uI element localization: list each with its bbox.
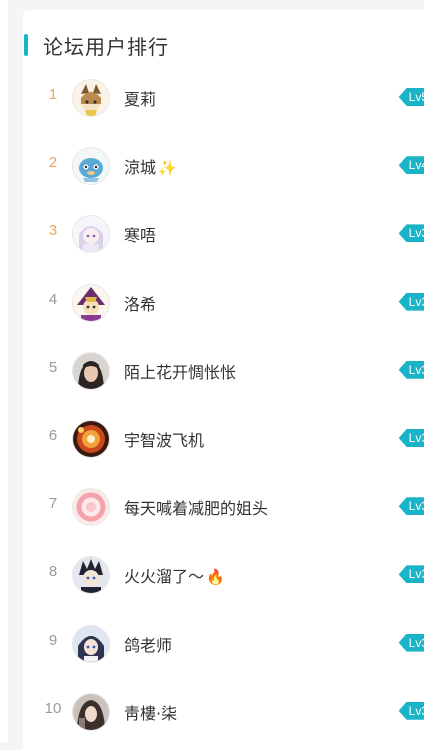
username-badge-icon: ✨ bbox=[158, 159, 177, 178]
level-badge: Lv3 bbox=[398, 497, 424, 516]
level-badge: Lv3 bbox=[398, 429, 424, 447]
level-badge: Lv3 bbox=[398, 633, 424, 652]
username-text: 靑樓·柒 bbox=[124, 703, 178, 723]
username-link[interactable]: 火火溜了～ 🔥 bbox=[124, 563, 225, 587]
username-link[interactable]: 靑樓·柒 bbox=[124, 700, 177, 724]
avatar[interactable] bbox=[72, 488, 110, 527]
ranking-row[interactable]: 8 火火溜了～🔥 Lv3 bbox=[23, 551, 424, 599]
username-link[interactable]: 寒唔 bbox=[124, 222, 156, 246]
username-link[interactable]: 陌上花开惆怅怅 bbox=[124, 359, 236, 383]
ranking-row[interactable]: 7 每天喊着减肥的姐头 Lv3 bbox=[23, 483, 424, 531]
ranking-row[interactable]: 10 靑樓·柒 Lv3 bbox=[23, 688, 424, 736]
username-text: 每天喊着减肥的姐头 bbox=[124, 499, 269, 519]
rank-number: 5 bbox=[48, 358, 58, 376]
username-text: 洛希 bbox=[124, 294, 157, 314]
username-text: 寒唔 bbox=[124, 226, 157, 246]
avatar[interactable] bbox=[72, 351, 110, 390]
level-badge: Lv3 bbox=[398, 224, 424, 243]
username-link[interactable]: 夏莉 bbox=[124, 86, 156, 110]
avatar[interactable] bbox=[72, 692, 110, 731]
ranking-row[interactable]: 4 洛希 Lv3 bbox=[23, 279, 424, 327]
username-text: 夏莉 bbox=[124, 90, 157, 109]
title-accent-bar bbox=[24, 34, 28, 56]
ranking-row[interactable]: 5 陌上花开惆怅怅 Lv3 bbox=[23, 347, 424, 395]
avatar[interactable] bbox=[72, 283, 110, 322]
forum-user-ranking-panel: 论坛用户排行 1 夏莉 Lv5 2 涼城✨ Lv4 3 寒唔 Lv3 4 洛希 Lv3 5 陌上花开惆怅怅… bbox=[23, 10, 424, 750]
rank-number: 7 bbox=[48, 495, 58, 513]
username-link[interactable]: 洛希 bbox=[124, 291, 156, 315]
avatar[interactable] bbox=[72, 79, 110, 117]
left-edge-strip bbox=[0, 0, 8, 742]
level-badge: Lv4 bbox=[398, 156, 424, 175]
username-link[interactable]: 每天喊着减肥的姐头 bbox=[124, 495, 268, 519]
panel-header: 论坛用户排行 bbox=[23, 32, 169, 59]
username-text: 涼城 bbox=[124, 158, 157, 178]
ranking-row[interactable]: 3 寒唔 Lv3 bbox=[23, 210, 424, 258]
rank-number: 8 bbox=[48, 563, 58, 581]
username-text: 宇智波飞机 bbox=[124, 431, 205, 450]
level-badge: Lv3 bbox=[398, 565, 424, 584]
level-badge: Lv5 bbox=[398, 88, 424, 106]
avatar[interactable] bbox=[72, 556, 110, 595]
ranking-row[interactable]: 2 涼城✨ Lv4 bbox=[23, 142, 424, 190]
rank-number: 4 bbox=[48, 290, 58, 308]
rank-number: 3 bbox=[48, 222, 58, 240]
avatar[interactable] bbox=[72, 420, 110, 458]
username-badge-icon: 🔥 bbox=[206, 568, 225, 587]
rank-number: 1 bbox=[48, 86, 58, 103]
level-badge: Lv3 bbox=[398, 701, 424, 720]
username-link[interactable]: 涼城 ✨ bbox=[124, 154, 177, 178]
avatar[interactable] bbox=[72, 215, 110, 254]
level-badge: Lv3 bbox=[398, 360, 424, 379]
username-text: 陌上花开惆怅怅 bbox=[124, 362, 237, 382]
username-link[interactable]: 鸽老师 bbox=[124, 632, 172, 656]
ranking-row[interactable]: 9 鸽老师 Lv3 bbox=[23, 620, 424, 668]
ranking-row[interactable]: 1 夏莉 Lv5 bbox=[23, 74, 424, 122]
username-link[interactable]: 宇智波飞机 bbox=[124, 427, 204, 451]
avatar[interactable] bbox=[72, 147, 110, 186]
rank-number: 2 bbox=[48, 154, 58, 172]
ranking-row[interactable]: 6 宇智波飞机 Lv3 bbox=[23, 415, 424, 463]
panel-title: 论坛用户排行 bbox=[43, 34, 169, 59]
username-text: 鸽老师 bbox=[124, 635, 173, 655]
rank-number: 10 bbox=[44, 699, 62, 717]
avatar[interactable] bbox=[72, 624, 110, 663]
level-badge: Lv3 bbox=[398, 292, 424, 311]
rank-number: 6 bbox=[48, 427, 58, 444]
username-text: 火火溜了～ bbox=[124, 567, 205, 587]
rank-number: 9 bbox=[48, 631, 58, 649]
